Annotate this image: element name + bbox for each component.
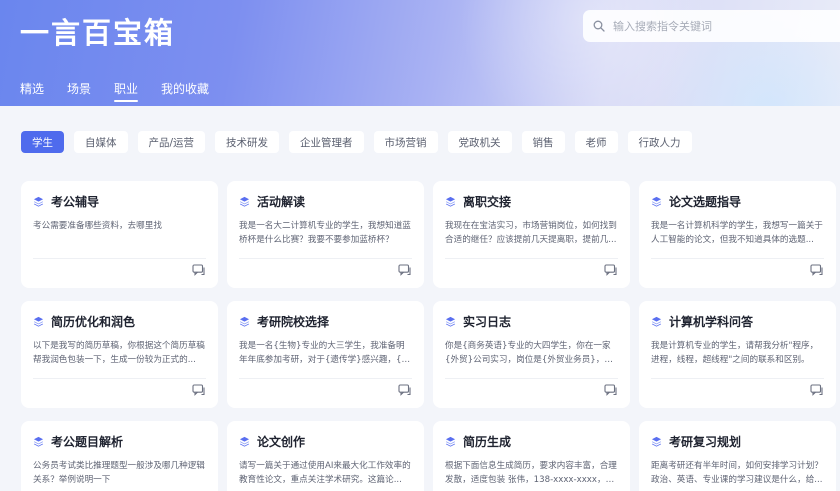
category-product-operations[interactable]: 产品/运营 bbox=[137, 131, 206, 153]
card-header: 计算机学科问答 bbox=[651, 313, 824, 330]
card-title: 计算机学科问答 bbox=[669, 315, 754, 329]
category-teacher[interactable]: 老师 bbox=[574, 131, 618, 153]
card-header: 考公辅导 bbox=[33, 193, 206, 210]
layers-icon bbox=[33, 196, 44, 207]
chat-icon[interactable] bbox=[810, 264, 823, 276]
card-title: 考研院校选择 bbox=[257, 315, 330, 329]
layers-icon bbox=[33, 436, 44, 447]
prompt-card-grid: 考公辅导 考公需要准备哪些资料，去哪里找 活动解读 我是一名大二计算机专业的学生… bbox=[21, 181, 836, 491]
card-header: 实习日志 bbox=[445, 313, 618, 330]
card-title: 考研复习规划 bbox=[669, 435, 742, 449]
card-title: 活动解读 bbox=[257, 195, 306, 209]
card-divider bbox=[33, 258, 206, 259]
main-tabs: 精选 场景 职业 我的收藏 bbox=[20, 80, 232, 102]
layers-icon bbox=[239, 196, 250, 207]
prompt-card[interactable]: 考研院校选择 我是一名{生物}专业的大三学生，我准备明年年底参加考研，对于{遗传… bbox=[227, 301, 424, 408]
chat-icon[interactable] bbox=[810, 384, 823, 396]
card-description: 公务员考试类比推理题型一般涉及哪几种逻辑关系？举例说明一下 bbox=[33, 461, 205, 485]
card-title: 离职交接 bbox=[463, 195, 512, 209]
card-description: 考公需要准备哪些资料，去哪里找 bbox=[33, 221, 162, 231]
card-divider bbox=[651, 258, 824, 259]
card-header: 考公题目解析 bbox=[33, 433, 206, 450]
card-title: 论文创作 bbox=[257, 435, 306, 449]
category-admin-hr[interactable]: 行政人力 bbox=[627, 131, 692, 153]
card-description: 我是一名{生物}专业的大三学生，我准备明年年底参加考研，对于{遗传学}感兴趣，{… bbox=[239, 341, 411, 365]
card-divider bbox=[445, 258, 618, 259]
card-description: 我是计算机专业的学生，请帮我分析"程序，进程，线程，超线程"之间的联系和区别。 bbox=[651, 341, 819, 365]
prompt-card[interactable]: 论文选题指导 我是一名计算机科学的学生，我想写一篇关于人工智能的论文，但我不知道… bbox=[639, 181, 836, 288]
prompt-card[interactable]: 考公题目解析 公务员考试类比推理题型一般涉及哪几种逻辑关系？举例说明一下 bbox=[21, 421, 218, 491]
prompt-card[interactable]: 计算机学科问答 我是计算机专业的学生，请帮我分析"程序，进程，线程，超线程"之间… bbox=[639, 301, 836, 408]
chat-icon[interactable] bbox=[192, 384, 205, 396]
layers-icon bbox=[651, 196, 662, 207]
card-header: 活动解读 bbox=[239, 193, 412, 210]
search-input[interactable] bbox=[613, 19, 813, 33]
card-header: 考研院校选择 bbox=[239, 313, 412, 330]
card-header: 论文选题指导 bbox=[651, 193, 824, 210]
card-description: 根据下面信息生成简历，要求内容丰富，合理发散，适度包装 张伟，138-xxxx-… bbox=[445, 461, 617, 485]
card-title: 简历生成 bbox=[463, 435, 512, 449]
layers-icon bbox=[239, 436, 250, 447]
card-description: 我是一名计算机科学的学生，我想写一篇关于人工智能的论文，但我不知道具体的选题..… bbox=[651, 221, 823, 245]
category-self-media[interactable]: 自媒体 bbox=[74, 131, 128, 153]
chat-icon[interactable] bbox=[604, 384, 617, 396]
card-description: 距离考研还有半年时间，如何安排学习计划？政治、英语、专业课的学习建议是什么，给.… bbox=[651, 461, 823, 485]
card-description: 我现在在宝洁实习，市场营销岗位，如何找到合适的继任？应该提前几天提离职，提前几.… bbox=[445, 221, 617, 245]
card-header: 离职交接 bbox=[445, 193, 618, 210]
tab-scenarios[interactable]: 场景 bbox=[67, 80, 91, 102]
layers-icon bbox=[239, 316, 250, 327]
chat-icon[interactable] bbox=[604, 264, 617, 276]
card-title: 实习日志 bbox=[463, 315, 512, 329]
prompt-card[interactable]: 考研复习规划 距离考研还有半年时间，如何安排学习计划？政治、英语、专业课的学习建… bbox=[639, 421, 836, 491]
card-divider bbox=[445, 378, 618, 379]
prompt-card[interactable]: 论文创作 请写一篇关于通过使用AI来最大化工作效率的教育性论文，重点关注学术研究… bbox=[227, 421, 424, 491]
card-divider bbox=[33, 378, 206, 379]
chat-icon[interactable] bbox=[192, 264, 205, 276]
card-header: 简历优化和润色 bbox=[33, 313, 206, 330]
category-marketing[interactable]: 市场营销 bbox=[373, 131, 438, 153]
category-tech-rd[interactable]: 技术研发 bbox=[215, 131, 280, 153]
card-description: 你是{商务英语}专业的大四学生，你在一家{外贸}公司实习，岗位是{外贸业务员}，… bbox=[445, 341, 613, 365]
search-icon bbox=[593, 20, 605, 32]
card-header: 考研复习规划 bbox=[651, 433, 824, 450]
prompt-card[interactable]: 活动解读 我是一名大二计算机专业的学生，我想知道蓝桥杯是什么比赛？我要不要参加蓝… bbox=[227, 181, 424, 288]
card-title: 简历优化和润色 bbox=[51, 315, 136, 329]
category-filter-bar: 学生 自媒体 产品/运营 技术研发 企业管理者 市场营销 党政机关 销售 老师 … bbox=[21, 131, 702, 153]
layers-icon bbox=[651, 316, 662, 327]
layers-icon bbox=[33, 316, 44, 327]
card-header: 简历生成 bbox=[445, 433, 618, 450]
layers-icon bbox=[651, 436, 662, 447]
category-sales[interactable]: 销售 bbox=[521, 131, 565, 153]
prompt-card[interactable]: 简历生成 根据下面信息生成简历，要求内容丰富，合理发散，适度包装 张伟，138-… bbox=[433, 421, 630, 491]
card-title: 考公辅导 bbox=[51, 195, 100, 209]
layers-icon bbox=[445, 436, 456, 447]
tab-favorites[interactable]: 我的收藏 bbox=[161, 80, 209, 102]
tab-professions[interactable]: 职业 bbox=[114, 80, 139, 102]
layers-icon bbox=[445, 316, 456, 327]
tab-featured[interactable]: 精选 bbox=[20, 80, 44, 102]
category-government[interactable]: 党政机关 bbox=[447, 131, 512, 153]
prompt-card[interactable]: 简历优化和润色 以下是我写的简历草稿，你根据这个简历草稿帮我润色包装一下，生成一… bbox=[21, 301, 218, 408]
card-header: 论文创作 bbox=[239, 433, 412, 450]
prompt-card[interactable]: 离职交接 我现在在宝洁实习，市场营销岗位，如何找到合适的继任？应该提前几天提离职… bbox=[433, 181, 630, 288]
layers-icon bbox=[445, 196, 456, 207]
card-description: 我是一名大二计算机专业的学生，我想知道蓝桥杯是什么比赛？我要不要参加蓝桥杯？ bbox=[239, 221, 411, 245]
prompt-card[interactable]: 考公辅导 考公需要准备哪些资料，去哪里找 bbox=[21, 181, 218, 288]
chat-icon[interactable] bbox=[398, 264, 411, 276]
category-business-manager[interactable]: 企业管理者 bbox=[289, 131, 364, 153]
search-box[interactable] bbox=[583, 10, 840, 42]
card-divider bbox=[651, 378, 824, 379]
card-divider bbox=[239, 258, 412, 259]
card-divider bbox=[239, 378, 412, 379]
prompt-card[interactable]: 实习日志 你是{商务英语}专业的大四学生，你在一家{外贸}公司实习，岗位是{外贸… bbox=[433, 301, 630, 408]
card-title: 论文选题指导 bbox=[669, 195, 742, 209]
chat-icon[interactable] bbox=[398, 384, 411, 396]
app-title: 一言百宝箱 bbox=[20, 16, 176, 50]
card-description: 以下是我写的简历草稿，你根据这个简历草稿帮我润色包装一下，生成一份较为正式的..… bbox=[33, 341, 205, 365]
category-student[interactable]: 学生 bbox=[21, 131, 64, 153]
card-title: 考公题目解析 bbox=[51, 435, 124, 449]
card-description: 请写一篇关于通过使用AI来最大化工作效率的教育性论文，重点关注学术研究。这篇论.… bbox=[239, 461, 411, 485]
